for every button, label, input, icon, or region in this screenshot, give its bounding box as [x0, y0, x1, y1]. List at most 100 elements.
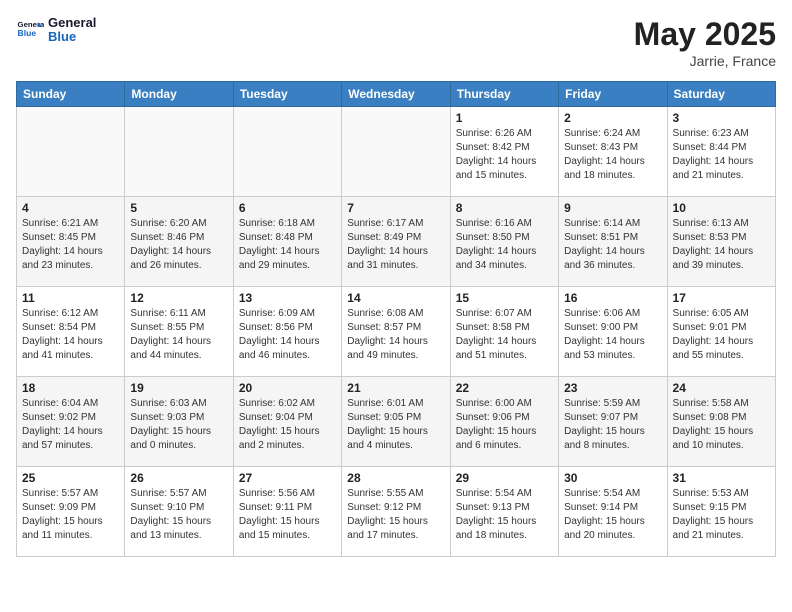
- day-number: 3: [673, 111, 770, 125]
- calendar-cell: 26 Sunrise: 5:57 AM Sunset: 9:10 PM Dayli…: [125, 467, 233, 557]
- day-number: 5: [130, 201, 227, 215]
- day-number: 11: [22, 291, 119, 305]
- page-header: General Blue General Blue May 2025 Jarri…: [16, 16, 776, 69]
- calendar-cell: [125, 107, 233, 197]
- calendar-cell: 2 Sunrise: 6:24 AM Sunset: 8:43 PM Daylig…: [559, 107, 667, 197]
- calendar-cell: [342, 107, 450, 197]
- day-info: Sunrise: 6:20 AM Sunset: 8:46 PM Dayligh…: [130, 217, 227, 273]
- calendar-cell: 7Sunrise: 6:17 AM Sunset: 8:49 PM Daylig…: [342, 197, 450, 287]
- calendar-cell: [233, 107, 341, 197]
- calendar-cell: 6 Sunrise: 6:18 AM Sunset: 8:48 PM Daylig…: [233, 197, 341, 287]
- day-number: 26: [130, 471, 227, 485]
- calendar-cell: 25 Sunrise: 5:57 AM Sunset: 9:09 PM Dayli…: [17, 467, 125, 557]
- day-info: Sunrise: 5:57 AM Sunset: 9:10 PM Dayligh…: [130, 487, 227, 543]
- weekday-sunday: Sunday: [17, 82, 125, 107]
- calendar-table: SundayMondayTuesdayWednesdayThursdayFrid…: [16, 81, 776, 557]
- day-number: 16: [564, 291, 661, 305]
- day-info: Sunrise: 6:16 AM Sunset: 8:50 PM Dayligh…: [456, 217, 553, 273]
- day-number: 1: [456, 111, 553, 125]
- day-info: Sunrise: 6:14 AM Sunset: 8:51 PM Dayligh…: [564, 217, 661, 273]
- day-info: Sunrise: 6:26 AM Sunset: 8:42 PM Dayligh…: [456, 127, 553, 183]
- week-row-2: 4Sunrise: 6:21 AM Sunset: 8:45 PM Daylig…: [17, 197, 776, 287]
- day-number: 30: [564, 471, 661, 485]
- calendar-cell: 15Sunrise: 6:07 AM Sunset: 8:58 PM Dayli…: [450, 287, 558, 377]
- svg-text:Blue: Blue: [18, 29, 37, 39]
- day-number: 28: [347, 471, 444, 485]
- logo: General Blue General Blue: [16, 16, 96, 45]
- calendar-cell: 29Sunrise: 5:54 AM Sunset: 9:13 PM Dayli…: [450, 467, 558, 557]
- calendar-cell: 30 Sunrise: 5:54 AM Sunset: 9:14 PM Dayli…: [559, 467, 667, 557]
- day-info: Sunrise: 6:07 AM Sunset: 8:58 PM Dayligh…: [456, 307, 553, 363]
- calendar-cell: 16 Sunrise: 6:06 AM Sunset: 9:00 PM Dayli…: [559, 287, 667, 377]
- day-number: 9: [564, 201, 661, 215]
- day-info: Sunrise: 6:08 AM Sunset: 8:57 PM Dayligh…: [347, 307, 444, 363]
- weekday-wednesday: Wednesday: [342, 82, 450, 107]
- week-row-1: 1 Sunrise: 6:26 AM Sunset: 8:42 PM Daylig…: [17, 107, 776, 197]
- day-info: Sunrise: 6:03 AM Sunset: 9:03 PM Dayligh…: [130, 397, 227, 453]
- day-info: Sunrise: 6:00 AM Sunset: 9:06 PM Dayligh…: [456, 397, 553, 453]
- calendar-cell: 13Sunrise: 6:09 AM Sunset: 8:56 PM Dayli…: [233, 287, 341, 377]
- calendar-cell: 21Sunrise: 6:01 AM Sunset: 9:05 PM Dayli…: [342, 377, 450, 467]
- day-info: Sunrise: 5:53 AM Sunset: 9:15 PM Dayligh…: [673, 487, 770, 543]
- day-number: 25: [22, 471, 119, 485]
- day-number: 12: [130, 291, 227, 305]
- calendar-cell: 11 Sunrise: 6:12 AM Sunset: 8:54 PM Dayli…: [17, 287, 125, 377]
- calendar-cell: 18Sunrise: 6:04 AM Sunset: 9:02 PM Dayli…: [17, 377, 125, 467]
- day-number: 24: [673, 381, 770, 395]
- logo-icon: General Blue: [16, 16, 44, 44]
- location: Jarrie, France: [634, 53, 776, 69]
- day-number: 6: [239, 201, 336, 215]
- calendar-cell: 12Sunrise: 6:11 AM Sunset: 8:55 PM Dayli…: [125, 287, 233, 377]
- week-row-5: 25 Sunrise: 5:57 AM Sunset: 9:09 PM Dayli…: [17, 467, 776, 557]
- day-number: 29: [456, 471, 553, 485]
- day-number: 18: [22, 381, 119, 395]
- day-info: Sunrise: 6:12 AM Sunset: 8:54 PM Dayligh…: [22, 307, 119, 363]
- day-info: Sunrise: 5:55 AM Sunset: 9:12 PM Dayligh…: [347, 487, 444, 543]
- weekday-thursday: Thursday: [450, 82, 558, 107]
- logo-blue: Blue: [48, 30, 96, 44]
- day-info: Sunrise: 6:18 AM Sunset: 8:48 PM Dayligh…: [239, 217, 336, 273]
- calendar-cell: 28 Sunrise: 5:55 AM Sunset: 9:12 PM Dayli…: [342, 467, 450, 557]
- calendar-cell: 17Sunrise: 6:05 AM Sunset: 9:01 PM Dayli…: [667, 287, 775, 377]
- day-number: 13: [239, 291, 336, 305]
- weekday-tuesday: Tuesday: [233, 82, 341, 107]
- day-info: Sunrise: 5:59 AM Sunset: 9:07 PM Dayligh…: [564, 397, 661, 453]
- calendar-cell: 3 Sunrise: 6:23 AM Sunset: 8:44 PM Daylig…: [667, 107, 775, 197]
- day-number: 4: [22, 201, 119, 215]
- calendar-cell: 4Sunrise: 6:21 AM Sunset: 8:45 PM Daylig…: [17, 197, 125, 287]
- day-info: Sunrise: 6:06 AM Sunset: 9:00 PM Dayligh…: [564, 307, 661, 363]
- day-number: 27: [239, 471, 336, 485]
- calendar-cell: 24Sunrise: 5:58 AM Sunset: 9:08 PM Dayli…: [667, 377, 775, 467]
- calendar-cell: 10Sunrise: 6:13 AM Sunset: 8:53 PM Dayli…: [667, 197, 775, 287]
- month-title: May 2025: [634, 16, 776, 53]
- calendar-cell: 8 Sunrise: 6:16 AM Sunset: 8:50 PM Daylig…: [450, 197, 558, 287]
- day-number: 19: [130, 381, 227, 395]
- calendar-cell: 20 Sunrise: 6:02 AM Sunset: 9:04 PM Dayli…: [233, 377, 341, 467]
- day-info: Sunrise: 5:54 AM Sunset: 9:14 PM Dayligh…: [564, 487, 661, 543]
- week-row-4: 18Sunrise: 6:04 AM Sunset: 9:02 PM Dayli…: [17, 377, 776, 467]
- calendar-cell: 5 Sunrise: 6:20 AM Sunset: 8:46 PM Daylig…: [125, 197, 233, 287]
- day-number: 17: [673, 291, 770, 305]
- calendar-cell: [17, 107, 125, 197]
- day-number: 21: [347, 381, 444, 395]
- day-number: 31: [673, 471, 770, 485]
- day-info: Sunrise: 6:23 AM Sunset: 8:44 PM Dayligh…: [673, 127, 770, 183]
- day-info: Sunrise: 5:57 AM Sunset: 9:09 PM Dayligh…: [22, 487, 119, 543]
- day-number: 2: [564, 111, 661, 125]
- day-number: 14: [347, 291, 444, 305]
- week-row-3: 11 Sunrise: 6:12 AM Sunset: 8:54 PM Dayli…: [17, 287, 776, 377]
- weekday-header-row: SundayMondayTuesdayWednesdayThursdayFrid…: [17, 82, 776, 107]
- day-info: Sunrise: 6:02 AM Sunset: 9:04 PM Dayligh…: [239, 397, 336, 453]
- day-info: Sunrise: 6:13 AM Sunset: 8:53 PM Dayligh…: [673, 217, 770, 273]
- day-info: Sunrise: 6:24 AM Sunset: 8:43 PM Dayligh…: [564, 127, 661, 183]
- day-info: Sunrise: 5:56 AM Sunset: 9:11 PM Dayligh…: [239, 487, 336, 543]
- calendar-body: 1 Sunrise: 6:26 AM Sunset: 8:42 PM Daylig…: [17, 107, 776, 557]
- calendar-cell: 23Sunrise: 5:59 AM Sunset: 9:07 PM Dayli…: [559, 377, 667, 467]
- calendar-cell: 1 Sunrise: 6:26 AM Sunset: 8:42 PM Daylig…: [450, 107, 558, 197]
- calendar-cell: 9 Sunrise: 6:14 AM Sunset: 8:51 PM Daylig…: [559, 197, 667, 287]
- logo-text: General Blue: [48, 16, 96, 45]
- day-number: 7: [347, 201, 444, 215]
- calendar-cell: 22Sunrise: 6:00 AM Sunset: 9:06 PM Dayli…: [450, 377, 558, 467]
- day-number: 20: [239, 381, 336, 395]
- day-number: 8: [456, 201, 553, 215]
